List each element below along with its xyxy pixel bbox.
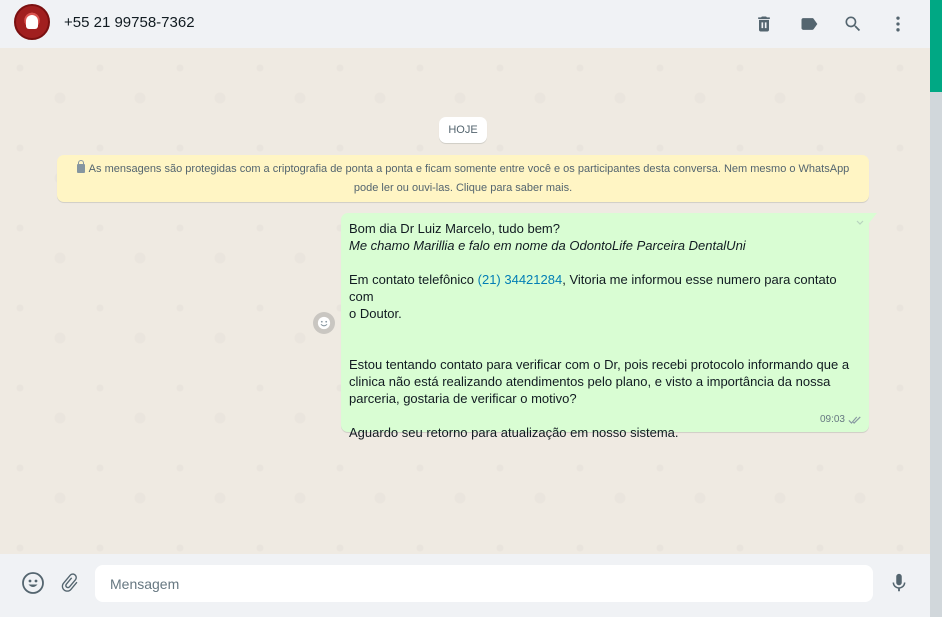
message-meta: 09:03: [820, 411, 862, 428]
chevron-down-icon[interactable]: [855, 217, 865, 227]
tooth-logo-icon: [26, 15, 38, 29]
contact-name[interactable]: +55 21 99758-7362: [64, 14, 195, 31]
chat-header: +55 21 99758-7362: [0, 0, 930, 48]
outgoing-message[interactable]: Bom dia Dr Luiz Marcelo, tudo bem? Me ch…: [341, 213, 877, 440]
encryption-notice-line2: pode ler ou ouvi-las. Clique para saber …: [353, 182, 573, 194]
compose-bar: [0, 554, 930, 617]
menu-icon[interactable]: [886, 12, 910, 36]
message-line: clinica não está realizando atendimentos…: [349, 374, 831, 389]
double-check-icon: [848, 416, 861, 424]
message-line: o Doutor.: [349, 306, 402, 321]
microphone-icon[interactable]: [886, 570, 912, 596]
avatar[interactable]: [14, 4, 50, 40]
label-icon[interactable]: [797, 12, 821, 36]
whatsapp-chat-window: +55 21 99758-7362 HOJE As mensagens são …: [0, 0, 930, 617]
message-line: Me chamo Marillia e falo em nome da Odon…: [349, 238, 746, 253]
message-line: Aguardo seu retorno para atualização em …: [349, 425, 679, 440]
encryption-notice[interactable]: As mensagens são protegidas com a cripto…: [57, 155, 869, 202]
reaction-button[interactable]: [313, 312, 335, 334]
phone-link[interactable]: (21) 34421284: [478, 272, 563, 287]
encryption-notice-line1: As mensagens são protegidas com a cripto…: [88, 163, 850, 175]
message-input[interactable]: [95, 565, 873, 602]
message-line: Bom dia Dr Luiz Marcelo, tudo bem?: [349, 221, 560, 236]
delete-icon[interactable]: [752, 12, 776, 36]
chat-messages-area: HOJE As mensagens são protegidas com a c…: [0, 48, 930, 554]
message-line: parceria, gostaria de verificar o motivo…: [349, 391, 577, 406]
message-text: Em contato telefônico: [349, 272, 478, 287]
smiley-icon: [317, 316, 331, 330]
message-time: 09:03: [819, 414, 845, 425]
search-icon[interactable]: [841, 12, 865, 36]
scrollbar-track[interactable]: [930, 0, 942, 617]
scrollbar-thumb[interactable]: [930, 0, 942, 92]
message-line: Estou tentando contato para verificar co…: [349, 357, 850, 372]
emoji-icon[interactable]: [20, 570, 46, 596]
message-line: Em contato telefônico (21) 34421284, Vit…: [349, 271, 860, 305]
attach-icon[interactable]: [57, 570, 83, 596]
date-chip: HOJE: [439, 117, 487, 143]
lock-icon: [76, 160, 85, 173]
